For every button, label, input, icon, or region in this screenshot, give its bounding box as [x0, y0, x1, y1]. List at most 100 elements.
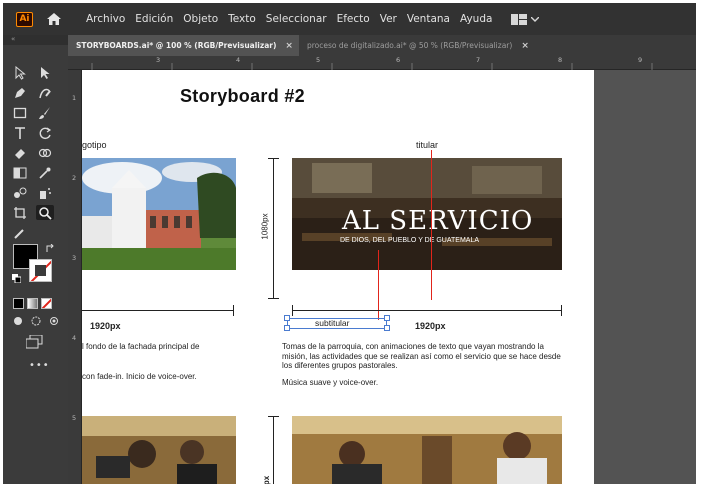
- none-mode-icon[interactable]: [41, 298, 52, 309]
- width-dimension-line-right: [292, 310, 562, 311]
- church-interior-image[interactable]: AL SERVICIO DE DIOS, DEL PUEBLO Y DE GUA…: [292, 158, 562, 270]
- logotipo-label[interactable]: gotipo: [82, 140, 107, 150]
- chevron-down-icon: [531, 16, 540, 22]
- dimension-tick: [268, 416, 279, 417]
- width-dimension-line-left: [82, 310, 234, 311]
- collapse-panel-icon[interactable]: «: [3, 35, 68, 45]
- symbol-sprayer-tool-icon[interactable]: [36, 185, 54, 200]
- dimension-tick: [292, 305, 293, 316]
- ruler-mark: 9: [638, 56, 643, 64]
- draw-behind-icon[interactable]: [31, 316, 41, 326]
- height-label-bottom[interactable]: px: [262, 476, 271, 484]
- eyedropper-tool-icon[interactable]: [36, 165, 54, 180]
- overlay-title: AL SERVICIO: [342, 206, 534, 236]
- paintbrush-tool-icon[interactable]: [36, 105, 54, 120]
- tab-label: STORYBOARDS.ai* @ 100 % (RGB/Previsualiz…: [76, 41, 277, 50]
- workspace-grid-icon: [511, 13, 528, 25]
- artboard[interactable]: Storyboard #2 gotipo titular AL SERVICIO…: [82, 70, 594, 484]
- menu-item-ver[interactable]: Ver: [375, 13, 402, 25]
- illustrator-window: Ai Archivo Edición Objeto Texto Seleccionar E…: [3, 3, 696, 484]
- tab-label: proceso de digitalizado.ai* @ 50 % (RGB/…: [306, 41, 513, 50]
- height-dimension-line: [273, 158, 274, 298]
- rotate-tool-icon[interactable]: [36, 125, 54, 140]
- type-tool-icon[interactable]: [11, 125, 29, 140]
- vertical-ruler: 1 2 3 4 5: [68, 70, 82, 484]
- right-description[interactable]: Tomas de la parroquia, con animaciones d…: [282, 342, 567, 371]
- titular-pointer-line: [431, 150, 432, 300]
- eraser-tool-icon[interactable]: [11, 145, 29, 160]
- color-controls: [12, 244, 58, 292]
- camera-operator-image[interactable]: [82, 416, 236, 484]
- menu-item-archivo[interactable]: Archivo: [81, 13, 130, 25]
- width-label-left[interactable]: 1920px: [90, 321, 121, 331]
- ruler-mark: 7: [476, 56, 481, 64]
- stroke-swatch[interactable]: [29, 259, 52, 282]
- menu-item-texto[interactable]: Texto: [223, 13, 261, 25]
- artboard-tool-icon[interactable]: [11, 205, 29, 220]
- gradient-mode-icon[interactable]: [27, 298, 38, 309]
- gradient-tool-icon[interactable]: [11, 165, 29, 180]
- ruler-mark: 4: [72, 334, 77, 342]
- selection-handle[interactable]: [284, 315, 290, 321]
- zoom-tool-icon[interactable]: [36, 205, 54, 220]
- more-tools-icon[interactable]: •••: [29, 360, 50, 371]
- priest-blessing-image[interactable]: [292, 416, 562, 484]
- ruler-mark: 2: [72, 174, 77, 182]
- dimension-tick: [233, 305, 234, 316]
- tools-panel: « •••: [3, 35, 68, 484]
- church-facade-image[interactable]: [82, 158, 236, 270]
- ruler-mark: 6: [396, 56, 401, 64]
- dimension-tick: [268, 298, 279, 299]
- rectangle-tool-icon[interactable]: [11, 105, 29, 120]
- color-picker-icon[interactable]: [11, 225, 29, 240]
- ruler-mark: 3: [72, 254, 77, 262]
- selection-handle[interactable]: [284, 325, 290, 331]
- left-description-1[interactable]: l fondo de la fachada principal de: [82, 342, 242, 352]
- menu-item-seleccionar[interactable]: Seleccionar: [261, 13, 332, 25]
- ruler-mark: 5: [72, 414, 77, 422]
- direct-selection-tool-icon[interactable]: [36, 65, 54, 80]
- document-tab-bar: STORYBOARDS.ai* @ 100 % (RGB/Previsualiz…: [68, 35, 696, 56]
- close-icon[interactable]: ×: [521, 41, 529, 51]
- swap-colors-icon[interactable]: [45, 244, 55, 254]
- workspace-switcher[interactable]: [511, 13, 540, 25]
- tab-storyboards[interactable]: STORYBOARDS.ai* @ 100 % (RGB/Previsualiz…: [68, 35, 299, 56]
- selection-handle[interactable]: [384, 325, 390, 331]
- ruler-mark: 4: [236, 56, 241, 64]
- horizontal-ruler: 3 4 5 6 7 8 9: [68, 56, 696, 70]
- height-label[interactable]: 1080px: [261, 213, 270, 239]
- storyboard-title[interactable]: Storyboard #2: [180, 86, 305, 107]
- width-label-right[interactable]: 1920px: [415, 321, 446, 331]
- subtitular-label[interactable]: subtitular: [315, 318, 350, 328]
- menu-item-ayuda[interactable]: Ayuda: [455, 13, 497, 25]
- home-icon[interactable]: [45, 10, 63, 28]
- app-logo: Ai: [16, 11, 33, 27]
- dimension-tick: [561, 305, 562, 316]
- right-music-note[interactable]: Música suave y voice-over.: [282, 378, 567, 388]
- menu-item-ventana[interactable]: Ventana: [402, 13, 455, 25]
- color-mode-buttons: [13, 298, 52, 309]
- selection-tool-icon[interactable]: [11, 65, 29, 80]
- tab-proceso-digitalizado[interactable]: proceso de digitalizado.ai* @ 50 % (RGB/…: [299, 35, 535, 56]
- titular-label[interactable]: titular: [416, 140, 438, 150]
- screen-mode-icon[interactable]: [26, 335, 44, 349]
- menu-item-objeto[interactable]: Objeto: [178, 13, 223, 25]
- color-mode-solid-icon[interactable]: [13, 298, 24, 309]
- shape-builder-tool-icon[interactable]: [36, 145, 54, 160]
- blend-tool-icon[interactable]: [11, 185, 29, 200]
- close-icon[interactable]: ×: [285, 41, 293, 51]
- height-dimension-line-bottom: [273, 416, 274, 484]
- menu-item-edicion[interactable]: Edición: [130, 13, 178, 25]
- pasteboard[interactable]: [594, 70, 696, 484]
- pen-tool-icon[interactable]: [11, 85, 29, 100]
- overlay-subtitle: DE DIOS, DEL PUEBLO Y DE GUATEMALA: [340, 237, 480, 244]
- left-description-2[interactable]: con fade-in. Inicio de voice-over.: [82, 372, 242, 382]
- menu-item-efecto[interactable]: Efecto: [332, 13, 375, 25]
- default-colors-icon[interactable]: [12, 274, 21, 283]
- curvature-tool-icon[interactable]: [36, 85, 54, 100]
- dimension-tick: [268, 158, 279, 159]
- draw-normal-icon[interactable]: [13, 316, 23, 326]
- main-menu: Archivo Edición Objeto Texto Seleccionar Efec…: [81, 13, 497, 25]
- selection-handle[interactable]: [384, 315, 390, 321]
- draw-inside-icon[interactable]: [49, 316, 59, 326]
